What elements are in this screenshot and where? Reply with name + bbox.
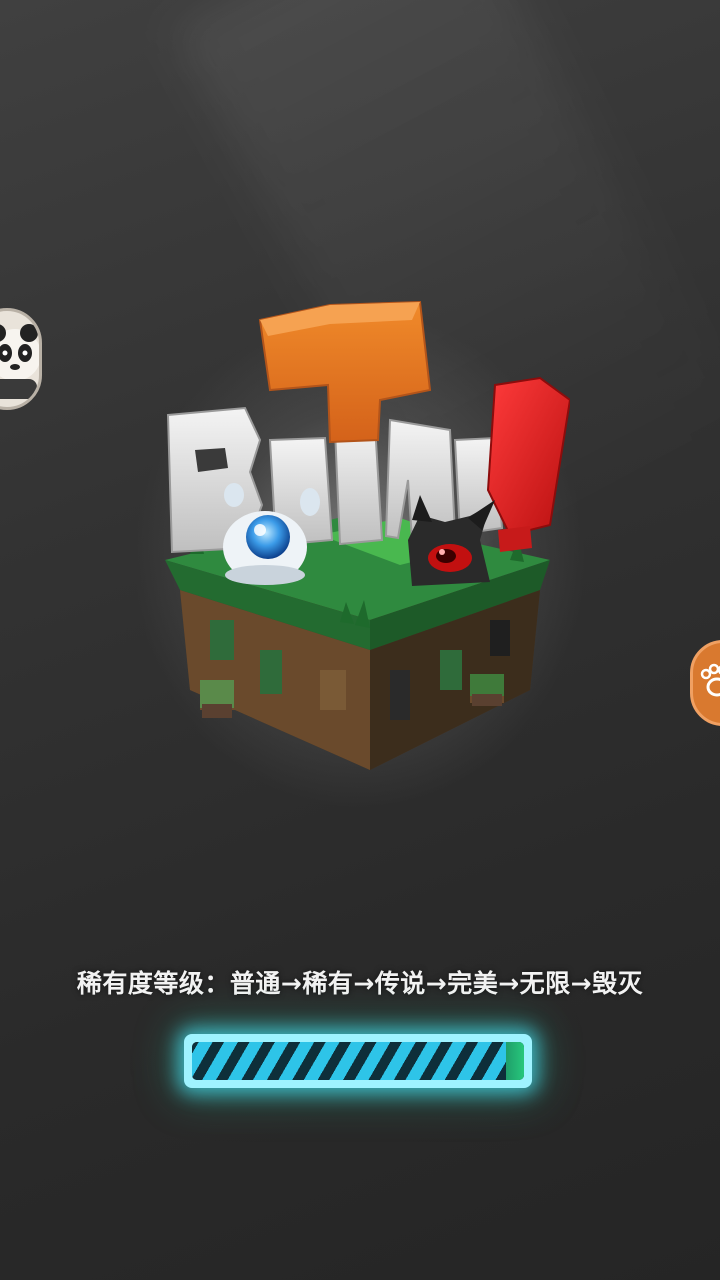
loading-tip-text: 稀有度等级：普通→稀有→传说→完美→无限→毁灭: [76, 969, 644, 998]
progress-track: [192, 1042, 524, 1080]
progress-tail: [506, 1042, 524, 1080]
game-logo: [150, 290, 572, 790]
orange-block: [258, 300, 432, 444]
paw-icon: [700, 663, 720, 697]
panda-icon: [0, 324, 39, 399]
progress-fill: [192, 1042, 508, 1080]
loading-progress-bar: [184, 1034, 532, 1088]
panda-side-button[interactable]: [0, 308, 42, 410]
